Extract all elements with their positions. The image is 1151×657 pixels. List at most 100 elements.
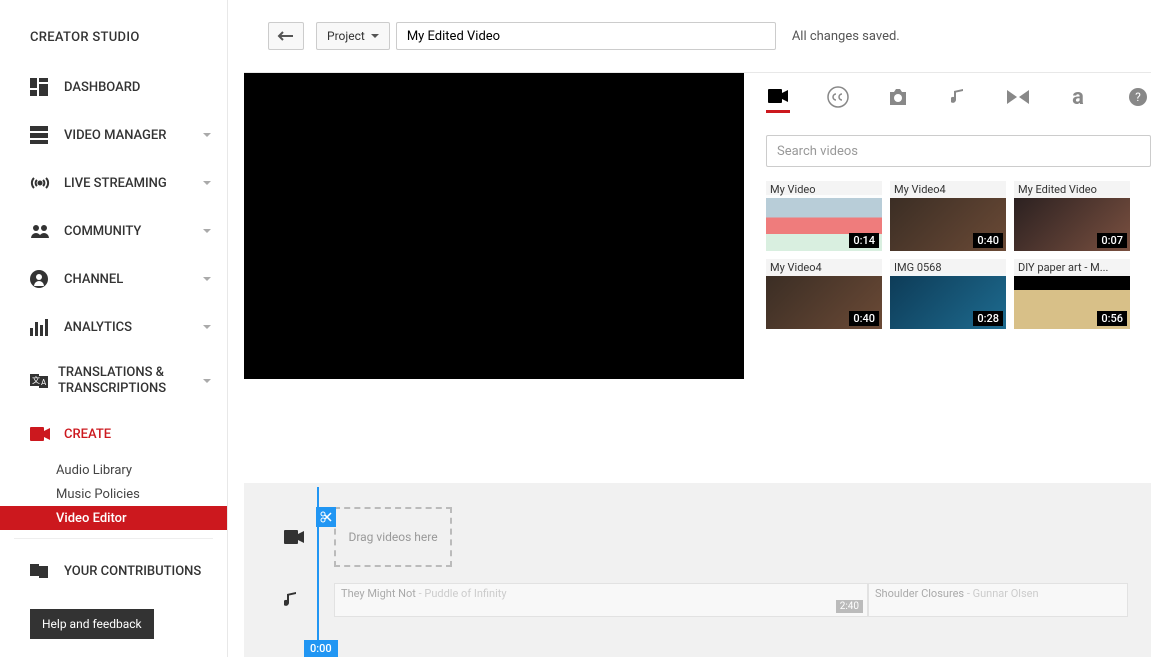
audio-track[interactable]: They Might Not - Puddle of Infinity2:40S… [334,583,1131,617]
sidebar-item-label: COMMUNITY [64,224,141,239]
help-icon: ? [1129,88,1147,106]
dashboard-icon [30,77,54,97]
sidebar-item-channel[interactable]: CHANNEL [0,255,227,303]
playhead-time: 0:00 [304,640,338,657]
video-title-input[interactable] [396,22,776,50]
community-icon [30,221,54,241]
audio-clip[interactable]: Shoulder Closures - Gunnar Olsen [868,583,1128,617]
project-label: Project [327,29,365,43]
tab-cc[interactable] [826,85,850,109]
thumb-title: My Video4 [890,181,1006,198]
video-drop-zone[interactable]: Drag videos here [334,507,452,567]
back-arrow-icon [277,30,295,42]
sidebar-item-label: YOUR CONTRIBUTIONS [64,564,201,579]
video-icon [768,89,788,103]
chevron-down-icon [201,177,213,189]
divider [14,538,213,539]
sidebar-item-label: VIDEO MANAGER [64,128,166,143]
music-note-icon [951,88,965,106]
back-button[interactable] [268,22,304,50]
chevron-down-icon [201,273,213,285]
chevron-down-icon [201,225,213,237]
scissors-icon [320,511,332,523]
save-status: All changes saved. [792,29,900,44]
thumb-title: My Edited Video [1014,181,1130,198]
project-dropdown[interactable]: Project [316,22,390,50]
sidebar-item-label: TRANSLATIONS & TRANSCRIPTIONS [58,365,213,396]
sidebar-sub-audio-library[interactable]: Audio Library [0,458,227,482]
sidebar-item-analytics[interactable]: ANALYTICS [0,303,227,351]
live-icon [30,173,54,193]
svg-text:文: 文 [32,375,40,385]
tool-tabs: a ? [766,85,1151,117]
chevron-down-icon [201,321,213,333]
video-preview[interactable] [244,73,744,379]
sidebar-item-label: CHANNEL [64,272,123,287]
sidebar-sub-video-editor[interactable]: Video Editor [0,506,227,530]
video-thumbnail[interactable]: My Video 0:14 [766,181,882,251]
video-thumbnail[interactable]: My Video4 0:40 [766,259,882,329]
sidebar-item-label: DASHBOARD [64,80,140,95]
thumb-duration: 0:40 [973,233,1003,248]
cc-icon [827,86,849,108]
sidebar-item-dashboard[interactable]: DASHBOARD [0,63,227,111]
tab-text[interactable]: a [1066,85,1090,109]
thumb-duration: 0:40 [849,311,879,326]
video-track-icon [284,530,306,544]
tab-photos[interactable] [886,85,910,109]
sidebar-item-video-manager[interactable]: VIDEO MANAGER [0,111,227,159]
thumb-title: DIY paper art - M... [1014,259,1130,276]
audio-clip[interactable]: They Might Not - Puddle of Infinity2:40 [334,583,868,617]
sidebar-item-translations[interactable]: 文A TRANSLATIONS & TRANSCRIPTIONS [0,351,227,410]
thumb-duration: 0:07 [1097,233,1127,248]
sidebar: CREATOR STUDIO DASHBOARD VIDEO MANAGER L… [0,0,228,657]
topbar: Project All changes saved. [244,0,1151,73]
video-thumbnail[interactable]: IMG 0568 0:28 [890,259,1006,329]
video-thumbnail[interactable]: My Edited Video 0:07 [1014,181,1130,251]
thumb-title: IMG 0568 [890,259,1006,276]
sidebar-item-label: LIVE STREAMING [64,176,167,191]
tab-video[interactable] [766,89,790,113]
analytics-icon [30,317,54,337]
timeline: 0:00 Drag videos here They Might Not - P… [244,483,1151,657]
sidebar-item-label: ANALYTICS [64,320,132,335]
sidebar-item-label: CREATE [64,427,111,442]
video-thumbnail[interactable]: DIY paper art - M... 0:56 [1014,259,1130,329]
thumb-title: My Video [766,181,882,198]
contributions-icon [30,561,54,581]
channel-icon [30,269,54,289]
search-input[interactable]: Search videos [766,135,1151,167]
cut-button[interactable] [316,507,336,527]
sidebar-sub-music-policies[interactable]: Music Policies [0,482,227,506]
chevron-down-icon [201,375,213,387]
translate-icon: 文A [30,371,48,391]
tab-audio[interactable] [946,85,970,109]
tab-help[interactable]: ? [1126,85,1150,109]
tab-transitions[interactable] [1006,85,1030,109]
thumb-duration: 0:28 [973,311,1003,326]
caret-down-icon [371,32,379,40]
video-thumbnail-grid: My Video 0:14 My Video4 0:40 My Edited Video… [766,181,1151,329]
svg-text:?: ? [1135,90,1141,104]
main-content: Project All changes saved. a ? [228,0,1151,657]
sidebar-item-contributions[interactable]: YOUR CONTRIBUTIONS [0,547,227,595]
thumb-duration: 0:56 [1097,311,1127,326]
sidebar-item-create[interactable]: CREATE [0,410,227,458]
sidebar-item-community[interactable]: COMMUNITY [0,207,227,255]
sidebar-item-live-streaming[interactable]: LIVE STREAMING [0,159,227,207]
playhead[interactable] [317,487,319,643]
camera-icon [888,89,908,105]
svg-text:A: A [41,378,47,387]
transition-icon [1007,90,1029,104]
thumb-duration: 0:14 [849,233,879,248]
text-icon: a [1072,85,1084,110]
help-feedback-button[interactable]: Help and feedback [30,609,154,639]
video-manager-icon [30,125,54,145]
creator-studio-title: CREATOR STUDIO [0,0,227,63]
search-placeholder: Search videos [777,144,858,159]
video-thumbnail[interactable]: My Video4 0:40 [890,181,1006,251]
thumb-title: My Video4 [766,259,882,276]
chevron-down-icon [201,129,213,141]
audio-track-icon [284,591,306,609]
create-icon [30,424,54,444]
